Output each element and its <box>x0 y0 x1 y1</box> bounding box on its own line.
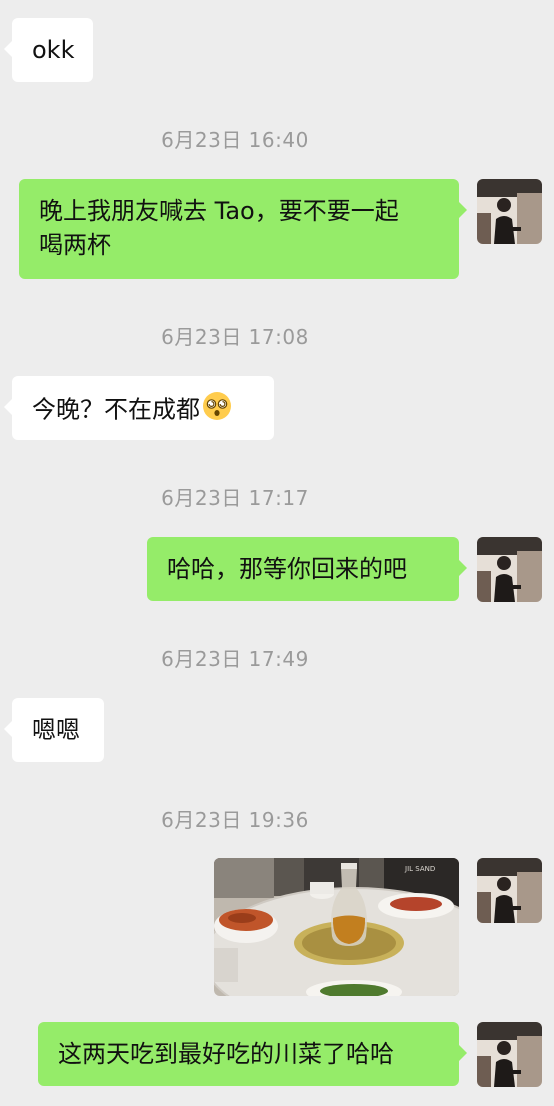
message-text-line-2: 喝两杯 <box>39 231 111 259</box>
avatar[interactable] <box>477 858 542 923</box>
restaurant-table-photo[interactable]: JIL SAND <box>214 858 459 996</box>
incoming-message-bubble[interactable]: 今晚？不在成都 <box>4 376 274 440</box>
incoming-message-bubble[interactable]: 嗯嗯 <box>4 698 104 762</box>
avatar-portrait-icon <box>477 858 542 923</box>
avatar[interactable] <box>477 537 542 602</box>
avatar-portrait-icon <box>477 1022 542 1087</box>
message-text: 这两天吃到最好吃的川菜了哈哈 <box>58 1040 394 1068</box>
timestamp: 6月23日 17:49 <box>161 647 309 671</box>
message-text: 嗯嗯 <box>32 716 80 744</box>
outgoing-message-bubble[interactable]: 晚上我朋友喊去 Tao，要不要一起 喝两杯 <box>19 179 467 279</box>
timestamp: 6月23日 17:08 <box>161 325 309 349</box>
avatar[interactable] <box>477 1022 542 1087</box>
avatar-portrait-icon <box>477 537 542 602</box>
outgoing-message-bubble[interactable]: 哈哈，那等你回来的吧 <box>147 537 467 601</box>
chat-message-list[interactable]: okk 6月23日 16:40 晚上我朋友喊去 Tao，要不要一起 喝两杯 6月… <box>0 0 554 1106</box>
timestamp: 6月23日 17:17 <box>161 486 309 510</box>
message-text: 哈哈，那等你回来的吧 <box>167 555 407 583</box>
message-text: okk <box>32 36 75 64</box>
timestamp: 6月23日 16:40 <box>161 128 309 152</box>
dizzy-face-emoji-icon <box>202 391 232 430</box>
incoming-message-bubble[interactable]: okk <box>4 18 93 82</box>
outgoing-message-bubble[interactable]: 这两天吃到最好吃的川菜了哈哈 <box>38 1022 467 1086</box>
avatar[interactable] <box>477 179 542 244</box>
message-text: 今晚？不在成都 <box>32 395 200 424</box>
photo-image: JIL SAND <box>214 858 459 996</box>
message-text-line-1: 晚上我朋友喊去 Tao，要不要一起 <box>39 197 399 225</box>
avatar-portrait-icon <box>477 179 542 244</box>
timestamp: 6月23日 19:36 <box>161 808 309 832</box>
photo-shirt-text: JIL SAND <box>404 865 435 873</box>
